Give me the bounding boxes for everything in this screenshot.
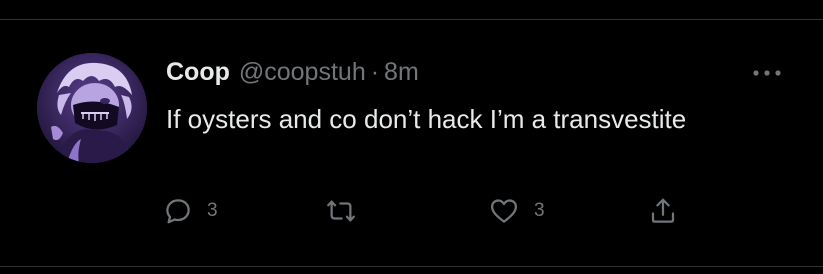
- like-count: 3: [534, 200, 545, 221]
- heart-icon: [491, 199, 517, 223]
- tweet-timestamp[interactable]: 8m: [384, 58, 419, 87]
- reply-button[interactable]: 3: [163, 193, 218, 229]
- author-handle[interactable]: @coopstuh: [239, 58, 366, 87]
- author-display-name[interactable]: Coop: [166, 58, 230, 87]
- share-icon: [651, 198, 675, 223]
- retweet-button[interactable]: [325, 193, 357, 229]
- more-options-button[interactable]: [748, 60, 786, 86]
- avatar-image: [37, 53, 147, 163]
- bottom-divider: [0, 266, 823, 267]
- share-button[interactable]: [648, 193, 678, 229]
- tweet-header: Coop @coopstuh · 8m: [166, 54, 419, 90]
- reply-count: 3: [207, 200, 218, 221]
- header-separator: ·: [370, 57, 380, 86]
- tweet-text: If oysters and co don’t hack I’m a trans…: [166, 104, 687, 134]
- retweet-icon: [327, 200, 355, 222]
- reply-icon: [166, 199, 190, 224]
- more-options-icon: [753, 70, 781, 76]
- author-avatar[interactable]: [37, 53, 147, 163]
- top-divider: [0, 19, 823, 20]
- like-button[interactable]: 3: [488, 193, 545, 229]
